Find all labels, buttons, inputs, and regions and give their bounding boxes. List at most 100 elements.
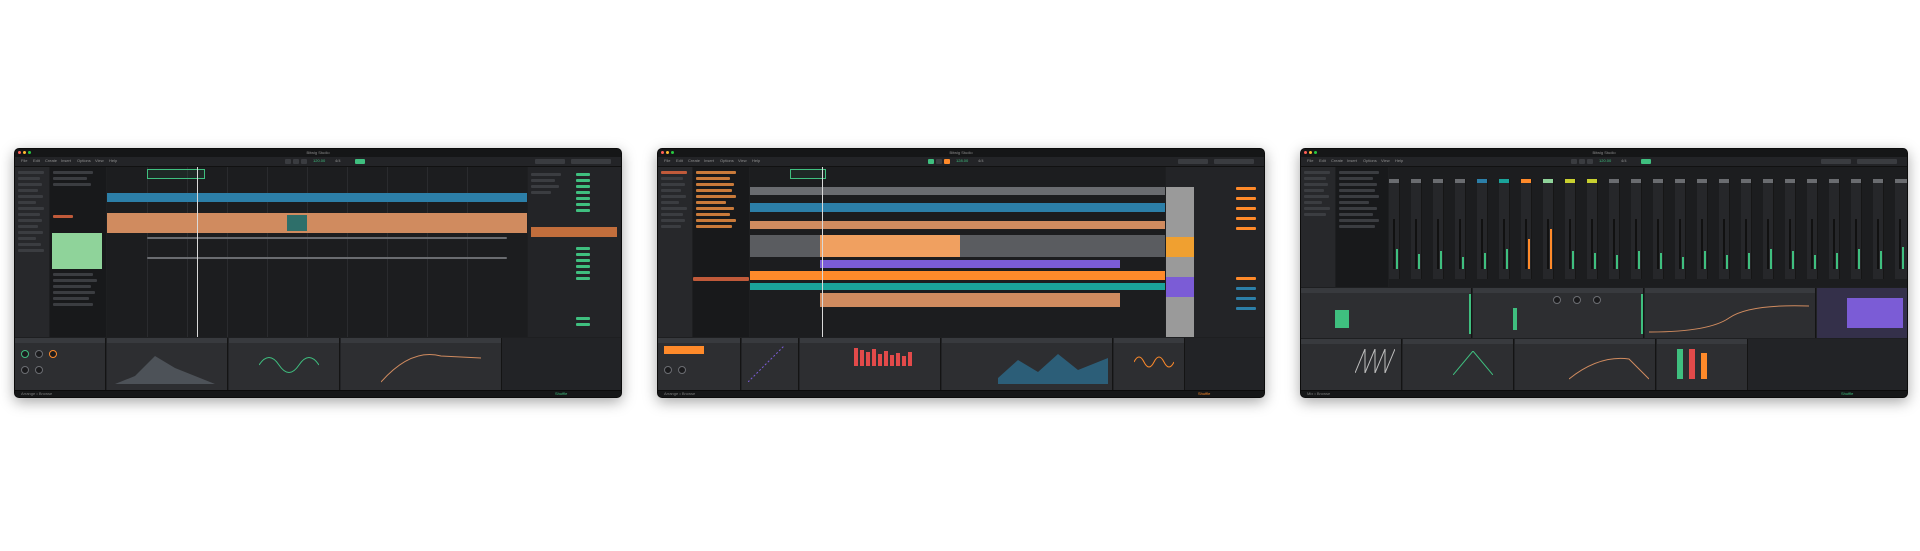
menu-create[interactable]: Create [45,158,57,163]
playhead[interactable] [822,167,823,337]
menu-insert[interactable]: Insert [704,158,714,163]
device-1[interactable] [15,338,106,390]
device-5[interactable] [1114,338,1185,390]
clip-audio[interactable] [820,293,1120,307]
channel-strip[interactable] [1389,179,1400,279]
channel-strip[interactable] [1587,179,1598,279]
clip-bass[interactable] [107,193,527,202]
device-1[interactable] [658,338,741,390]
piano-roll-preview[interactable] [1817,288,1907,338]
record-button[interactable] [944,159,950,164]
play-button[interactable] [285,159,291,164]
tempo-display[interactable]: 120.00 [1599,158,1611,163]
status-right[interactable]: Shuffle [1841,391,1853,397]
loop-region[interactable] [790,169,826,179]
menu-edit[interactable]: Edit [676,158,683,163]
channel-strip[interactable] [1763,179,1774,279]
loop-button[interactable] [1641,159,1651,164]
layout-switcher[interactable] [1821,159,1851,164]
menu-help[interactable]: Help [109,158,117,163]
channel-strip[interactable] [1741,179,1752,279]
menu-help[interactable]: Help [1395,158,1403,163]
search-field[interactable] [1214,159,1254,164]
record-button[interactable] [301,159,307,164]
channel-strip[interactable] [1411,179,1422,279]
layout-switcher[interactable] [1178,159,1208,164]
device-4[interactable] [1657,339,1748,390]
channel-strip[interactable] [1675,179,1686,279]
device-2[interactable] [107,338,228,390]
menu-view[interactable]: View [95,158,104,163]
menu-options[interactable]: Options [77,158,91,163]
channel-strip[interactable] [1785,179,1796,279]
channel-strip[interactable] [1521,179,1532,279]
loop-button[interactable] [355,159,365,164]
device-3[interactable] [800,338,941,390]
channel-strip[interactable] [1873,179,1884,279]
menu-file[interactable]: File [21,158,27,163]
channel-strip[interactable] [1565,179,1576,279]
channel-strip[interactable] [1719,179,1730,279]
master-strip[interactable] [1895,179,1907,279]
channel-strip[interactable] [1697,179,1708,279]
signature-display[interactable]: 4/4 [335,158,341,163]
layout-switcher[interactable] [535,159,565,164]
clip-selected[interactable] [287,215,307,231]
clip-teal[interactable] [750,283,1165,290]
menu-create[interactable]: Create [1331,158,1343,163]
device-4[interactable] [341,338,502,390]
mixer[interactable] [1389,167,1907,287]
channel-strip[interactable] [1499,179,1510,279]
play-button[interactable] [928,159,934,164]
menu-edit[interactable]: Edit [33,158,40,163]
device-2[interactable] [1403,339,1514,390]
device-1[interactable] [1301,339,1402,390]
clip-perc-highlight[interactable] [820,235,960,257]
channel-strip[interactable] [1829,179,1840,279]
menu-create[interactable]: Create [688,158,700,163]
channel-strip[interactable] [1543,179,1554,279]
signature-display[interactable]: 4/4 [978,158,984,163]
channel-strip[interactable] [1807,179,1818,279]
status-right[interactable]: Shuffle [555,391,567,397]
browser-selection[interactable] [52,233,102,269]
device-3[interactable] [229,338,340,390]
menu-file[interactable]: File [1307,158,1313,163]
stop-button[interactable] [293,159,299,164]
channel-strip[interactable] [1851,179,1862,279]
stop-button[interactable] [1579,159,1585,164]
menu-view[interactable]: View [738,158,747,163]
device-2[interactable] [742,338,799,390]
channel-strip[interactable] [1653,179,1664,279]
menu-insert[interactable]: Insert [61,158,71,163]
mod-3[interactable] [1645,288,1816,338]
record-button[interactable] [1587,159,1593,164]
arranger[interactable] [107,167,527,337]
clip-snare[interactable] [750,203,1165,212]
stop-button[interactable] [936,159,942,164]
clip-kick[interactable] [750,187,1165,195]
clip-bass[interactable] [750,271,1165,280]
menu-insert[interactable]: Insert [1347,158,1357,163]
channel-strip[interactable] [1455,179,1466,279]
channel-strip[interactable] [1609,179,1620,279]
clip-hats[interactable] [750,221,1165,229]
device-4[interactable] [942,338,1113,390]
playhead[interactable] [197,167,198,337]
clip-synth[interactable] [820,260,1120,268]
menu-file[interactable]: File [664,158,670,163]
signature-display[interactable]: 4/4 [1621,158,1627,163]
channel-strip[interactable] [1631,179,1642,279]
search-field[interactable] [571,159,611,164]
menu-edit[interactable]: Edit [1319,158,1326,163]
menu-options[interactable]: Options [720,158,734,163]
mod-1[interactable] [1301,288,1472,338]
arranger[interactable] [750,167,1165,337]
tempo-display[interactable]: 120.00 [313,158,325,163]
tempo-display[interactable]: 128.00 [956,158,968,163]
menu-help[interactable]: Help [752,158,760,163]
device-3[interactable] [1515,339,1656,390]
play-button[interactable] [1571,159,1577,164]
channel-strip[interactable] [1477,179,1488,279]
search-field[interactable] [1857,159,1897,164]
